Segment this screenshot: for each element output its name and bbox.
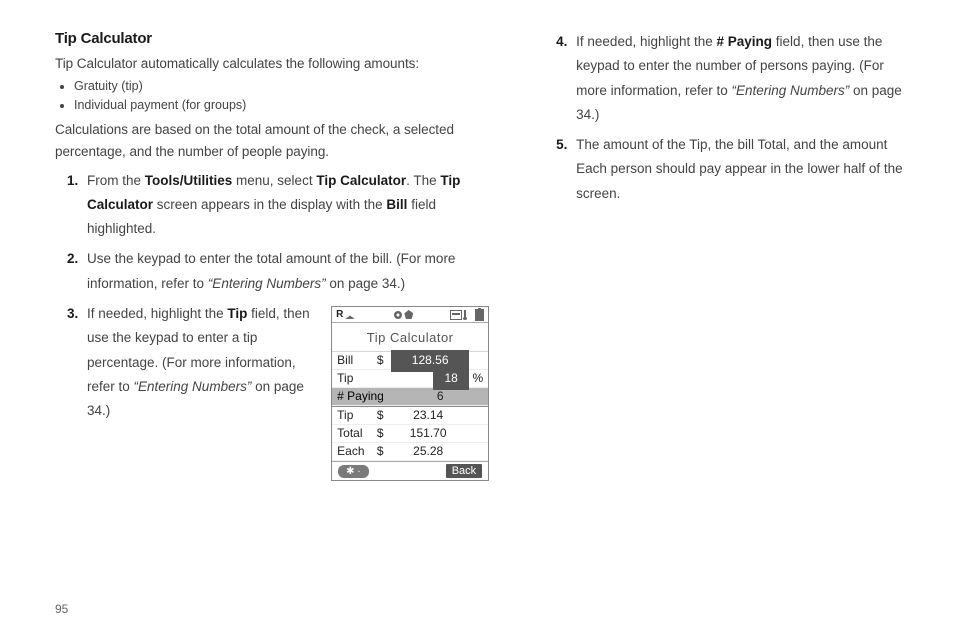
step-body: If needed, highlight the Tip field, then… [87,302,321,423]
step-body: The amount of the Tip, the bill Total, a… [576,133,914,206]
step-body: If needed, highlight the # Paying field,… [576,30,914,127]
battery-icon [475,309,484,321]
step: 5. The amount of the Tip, the bill Total… [544,133,914,206]
bullet-item: Individual payment (for groups) [74,96,489,115]
step-number: 2. [55,247,87,296]
phone-softkey-left: ✱ · [338,465,369,478]
intro: Tip Calculator automatically calculates … [55,53,489,75]
phone-softkey-right: Back [446,464,482,478]
signal-icon: R [336,310,343,320]
step-body: Use the keypad to enter the total amount… [87,247,489,296]
star-icon [404,310,413,319]
step-number: 5. [544,133,576,206]
step-number: 3. [55,302,87,481]
bullet-item: Gratuity (tip) [74,77,489,96]
step-number: 4. [544,30,576,127]
step: 4. If needed, highlight the # Paying fie… [544,30,914,127]
phone-softkey-bar: ✱ · Back [332,461,488,480]
signal-bars-icon [345,310,357,319]
step: 3. If needed, highlight the Tip field, t… [55,302,489,481]
page-number: 95 [55,602,68,616]
phone-row-each: Each $ 25.28 [332,443,488,461]
phone-screenshot: R Tip Calculato [331,306,489,481]
step-body: From the Tools/Utilities menu, select Ti… [87,169,489,242]
music-icon [464,310,473,319]
phone-status-bar: R [332,307,488,323]
card-icon [450,310,462,320]
step: 1. From the Tools/Utilities menu, select… [55,169,489,242]
phone-each-value: 25.28 [387,441,469,463]
phone-row-paying: # Paying 6 [332,388,488,406]
bullet-list: Gratuity (tip) Individual payment (for g… [55,77,489,116]
globe-icon [394,311,402,319]
step: 2. Use the keypad to enter the total amo… [55,247,489,296]
section-heading: Tip Calculator [55,30,489,47]
step-number: 1. [55,169,87,242]
phone-title: Tip Calculator [332,323,488,352]
lead-paragraph: Calculations are based on the total amou… [55,119,489,162]
